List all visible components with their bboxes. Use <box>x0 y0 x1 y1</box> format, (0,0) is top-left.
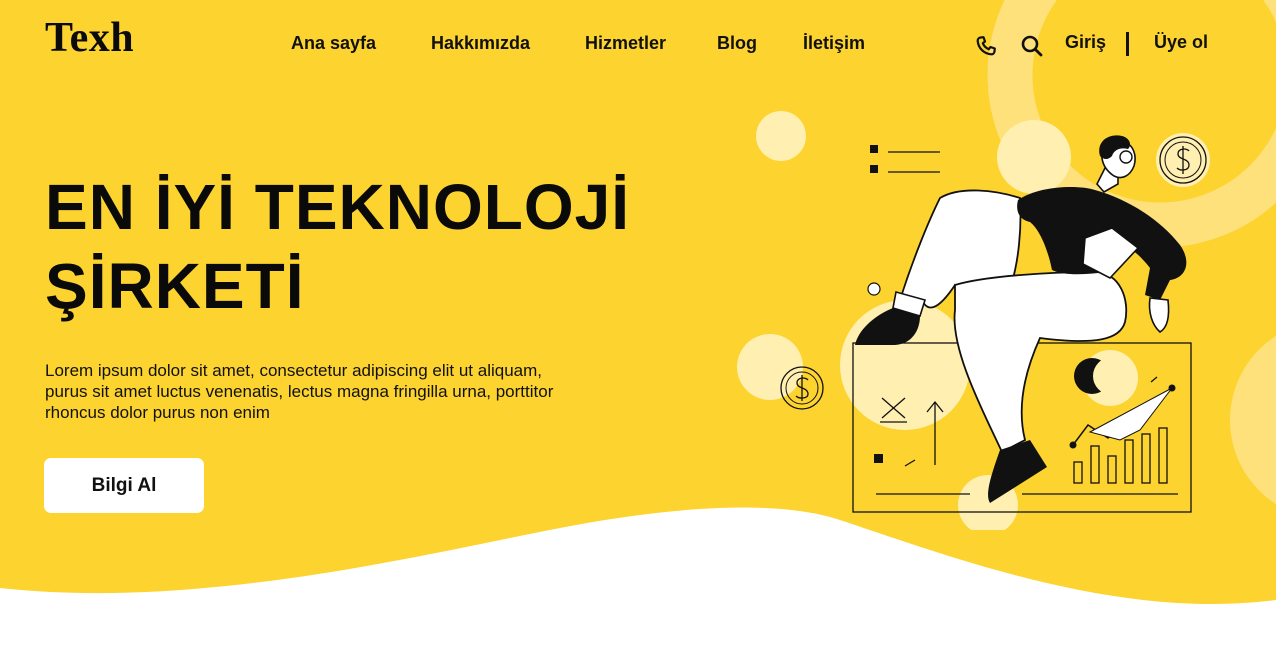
nav-item-about[interactable]: Hakkımızda <box>431 33 530 54</box>
decorative-bubble <box>737 334 803 400</box>
decorative-bubble <box>756 111 806 161</box>
hero-description-line1: Lorem ipsum dolor sit amet, consectetur … <box>45 361 543 380</box>
search-icon[interactable] <box>1020 34 1044 58</box>
nav-item-services[interactable]: Hizmetler <box>585 33 666 54</box>
hero-description: Lorem ipsum dolor sit amet, consectetur … <box>45 360 635 423</box>
logo[interactable]: Texh <box>45 14 134 62</box>
hero-illustration <box>737 111 1210 530</box>
info-button[interactable]: Bilgi Al <box>44 458 204 513</box>
list-icon <box>870 145 940 173</box>
hero-title: EN İYİ TEKNOLOJİ ŞİRKETİ <box>45 168 705 326</box>
nav-item-blog[interactable]: Blog <box>717 33 757 54</box>
hero-description-line2: purus sit amet luctus venenatis, lectus … <box>45 382 554 401</box>
hero-section: Texh Ana sayfa Hakkımızda Hizmetler Blog… <box>0 0 1276 652</box>
hero-title-line2: ŞİRKETİ <box>45 250 305 322</box>
hero-description-line3: rhoncus dolor purus non enim <box>45 403 270 422</box>
login-link[interactable]: Giriş <box>1065 32 1106 53</box>
signup-link[interactable]: Üye ol <box>1154 32 1208 53</box>
decorative-dot <box>867 282 881 296</box>
divider <box>1126 32 1129 56</box>
decorative-bubble <box>997 120 1071 194</box>
nav-item-home[interactable]: Ana sayfa <box>291 33 376 54</box>
phone-icon[interactable] <box>974 34 998 58</box>
nav-item-contact[interactable]: İletişim <box>803 33 865 54</box>
hero-title-line1: EN İYİ TEKNOLOJİ <box>45 171 630 243</box>
